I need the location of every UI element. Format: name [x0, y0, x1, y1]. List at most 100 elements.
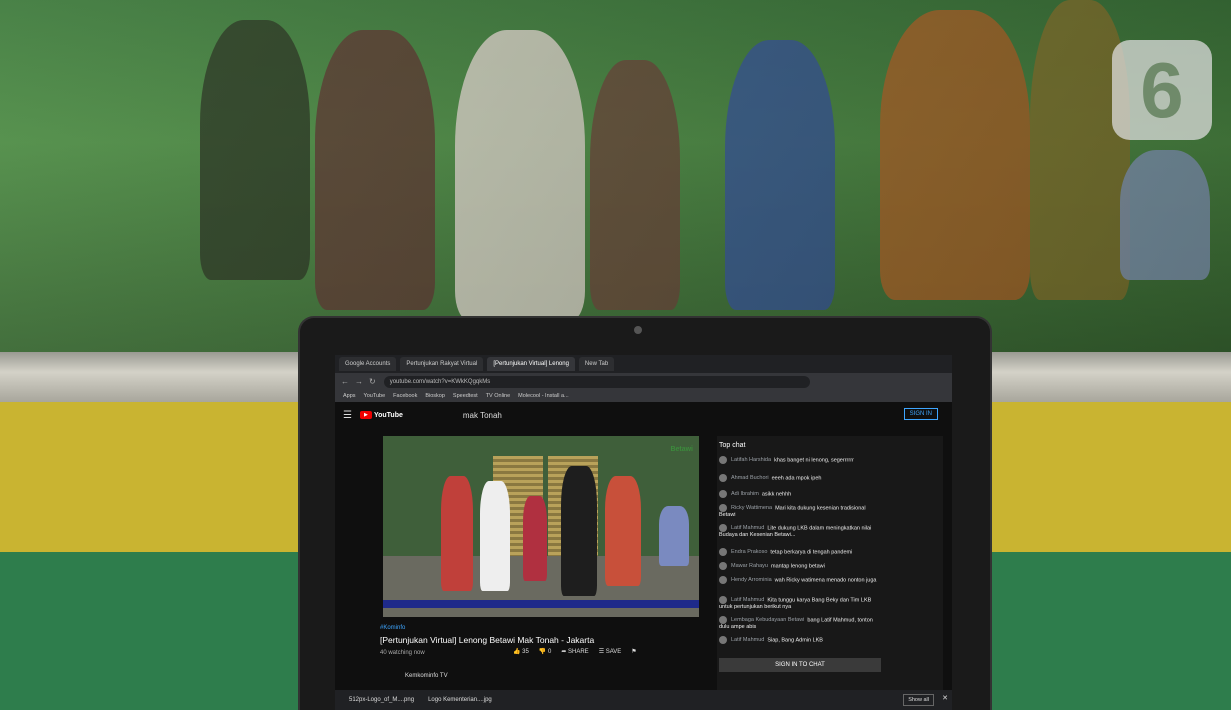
- browser-tab-active[interactable]: [Pertunjukan Virtual] Lenong: [487, 357, 575, 371]
- search-input[interactable]: mak Tonah: [463, 411, 502, 420]
- chat-author: Latif Mahmud: [731, 637, 765, 644]
- youtube-header: ☰ ▶ YouTube mak Tonah SIGN IN: [335, 402, 952, 428]
- chat-message: Endra Prakoso tetap berkarya di tengah pa…: [719, 548, 883, 556]
- video-actor: [561, 466, 597, 596]
- video-actor: [480, 481, 510, 591]
- bookmark-item[interactable]: TV Online: [486, 393, 510, 399]
- glass-glare: [0, 0, 1231, 355]
- watching-count: 40 watching now: [380, 650, 425, 656]
- chat-author: Lembaga Kebudayaan Betawi: [731, 617, 805, 624]
- chat-text: tetap berkarya di tengah pandemi: [770, 549, 853, 556]
- video-brand-overlay: Betawi: [670, 446, 693, 453]
- share-label: SHARE: [568, 649, 589, 655]
- sign-in-to-chat-button[interactable]: SIGN IN TO CHAT: [719, 658, 881, 672]
- browser-tab-bar: Google Accounts Pertunjukan Rakyat Virtu…: [335, 355, 952, 373]
- avatar: [719, 504, 727, 512]
- avatar: [719, 474, 727, 482]
- close-icon[interactable]: ✕: [942, 694, 948, 702]
- avatar: [719, 524, 727, 532]
- video-title: [Pertunjukan Virtual] Lenong Betawi Mak …: [380, 635, 595, 645]
- save-label: SAVE: [605, 649, 622, 655]
- channel-name[interactable]: Kemkominfo TV: [405, 673, 448, 679]
- chat-message: Ricky Wattimena Mari kita dukung kesenian…: [719, 504, 883, 519]
- dislike-count: 0: [547, 649, 552, 655]
- video-actions: 👍 35 👎 0 ➦ SHARE ☰ SAVE ⚑: [513, 648, 647, 655]
- chat-author: Hendy Arrominia: [731, 577, 772, 584]
- back-icon[interactable]: ←: [341, 377, 349, 386]
- video-hashtag[interactable]: #Kominfo: [380, 625, 405, 631]
- avatar: [719, 576, 727, 584]
- webcam: [634, 326, 642, 334]
- chat-author: Endra Prakoso: [731, 549, 768, 556]
- save-button[interactable]: ☰ SAVE: [599, 648, 622, 655]
- chat-text: eeeh ada mpok ipeh: [771, 475, 822, 482]
- avatar: [719, 456, 727, 464]
- chat-message: Adi Ibrahim asikk nehhh: [719, 490, 883, 498]
- chat-message: Mawar Rahayu mantap lenong betawi: [719, 562, 883, 570]
- show-all-button[interactable]: Show all: [903, 694, 934, 706]
- youtube-logo[interactable]: ▶ YouTube: [359, 411, 403, 419]
- chat-message: Latif Mahmud Lite dukung LKB dalam mening…: [719, 524, 883, 539]
- sign-in-button[interactable]: SIGN IN: [903, 408, 938, 420]
- avatar: [719, 596, 727, 604]
- chat-author: Ricky Wattimena: [731, 505, 773, 512]
- youtube-logo-text: YouTube: [373, 411, 403, 419]
- chat-message: Latif Mahmud Siap, Bang Admin LKB: [719, 636, 883, 644]
- reload-icon[interactable]: ↻: [369, 377, 376, 386]
- avatar: [719, 490, 727, 498]
- dislike-button[interactable]: 👎 0: [539, 648, 551, 655]
- download-item[interactable]: Logo Kementerian....jpg: [428, 697, 492, 703]
- like-button[interactable]: 👍 35: [513, 648, 529, 655]
- bookmark-item[interactable]: Speedtest: [453, 393, 478, 399]
- chat-message: Latif Mahmud Kita tunggu karya Bang Beky …: [719, 596, 883, 611]
- browser-tab[interactable]: Pertunjukan Rakyat Virtual: [400, 357, 484, 371]
- chat-author: Latif Mahmud: [731, 525, 765, 532]
- forward-icon[interactable]: →: [355, 377, 363, 386]
- watermark-text: 6: [1140, 45, 1184, 134]
- bookmark-item[interactable]: Facebook: [393, 393, 417, 399]
- chat-text: mantap lenong betawi: [771, 563, 825, 570]
- bookmark-item[interactable]: Molecool - Install a...: [518, 393, 568, 399]
- bookmarks-bar: Apps YouTube Facebook Bioskop Speedtest …: [335, 390, 952, 402]
- report-flag-icon[interactable]: ⚑: [631, 648, 636, 655]
- chat-message: Lembaga Kebudayaan Betawi bang Latif Mahm…: [719, 616, 883, 631]
- avatar: [719, 636, 727, 644]
- video-actor: [605, 476, 641, 586]
- video-actor: [523, 496, 547, 581]
- share-button[interactable]: ➦ SHARE: [561, 648, 588, 655]
- browser-tab[interactable]: Google Accounts: [339, 357, 397, 371]
- video-actor: [441, 476, 473, 591]
- chat-author: Mawar Rahayu: [731, 563, 768, 570]
- video-actor: [659, 506, 689, 566]
- video-player[interactable]: Betawi: [383, 436, 699, 617]
- chat-author: Latifah Harshida: [731, 457, 772, 464]
- laptop-screen: Google Accounts Pertunjukan Rakyat Virtu…: [335, 355, 952, 710]
- browser-tab[interactable]: New Tab: [578, 357, 615, 371]
- chat-message: Ahmad Buchori eeeh ada mpok ipeh: [719, 474, 883, 482]
- like-count: 35: [522, 649, 529, 655]
- chat-text: wah Ricky watimena menado nonton juga: [774, 577, 877, 584]
- photo-scene: 6 Google Accounts Pertunjukan Rakyat Vir…: [0, 0, 1231, 710]
- download-item[interactable]: 512px-Logo_of_M....png: [349, 697, 414, 703]
- bookmark-item[interactable]: YouTube: [364, 393, 386, 399]
- laptop: Google Accounts Pertunjukan Rakyat Virtu…: [300, 318, 990, 710]
- chat-author: Latif Mahmud: [731, 597, 765, 604]
- live-chat-panel: Top chat Latifah Harshida khas banget ni …: [717, 436, 943, 698]
- downloads-bar: 512px-Logo_of_M....png Logo Kementerian.…: [335, 690, 952, 710]
- chat-message: Latifah Harshida khas banget ni lenong, s…: [719, 456, 883, 464]
- chat-text: Siap, Bang Admin LKB: [767, 637, 823, 644]
- chat-text: asikk nehhh: [761, 491, 792, 498]
- hamburger-menu-icon[interactable]: ☰: [343, 410, 352, 421]
- news-ticker: [383, 600, 699, 608]
- chat-header[interactable]: Top chat: [719, 442, 745, 449]
- play-icon: ▶: [359, 411, 372, 419]
- avatar: [719, 616, 727, 624]
- avatar: [719, 548, 727, 556]
- chat-author: Adi Ibrahim: [731, 491, 759, 498]
- url-field[interactable]: youtube.com/watch?v=KWkKQgqkMs: [383, 375, 810, 388]
- address-bar: ← → ↻ youtube.com/watch?v=KWkKQgqkMs: [335, 373, 952, 390]
- bookmark-item[interactable]: Bioskop: [425, 393, 445, 399]
- bookmark-item[interactable]: Apps: [343, 393, 356, 399]
- avatar: [719, 562, 727, 570]
- chat-text: khas banget ni lenong, segerrrrrr: [774, 457, 854, 464]
